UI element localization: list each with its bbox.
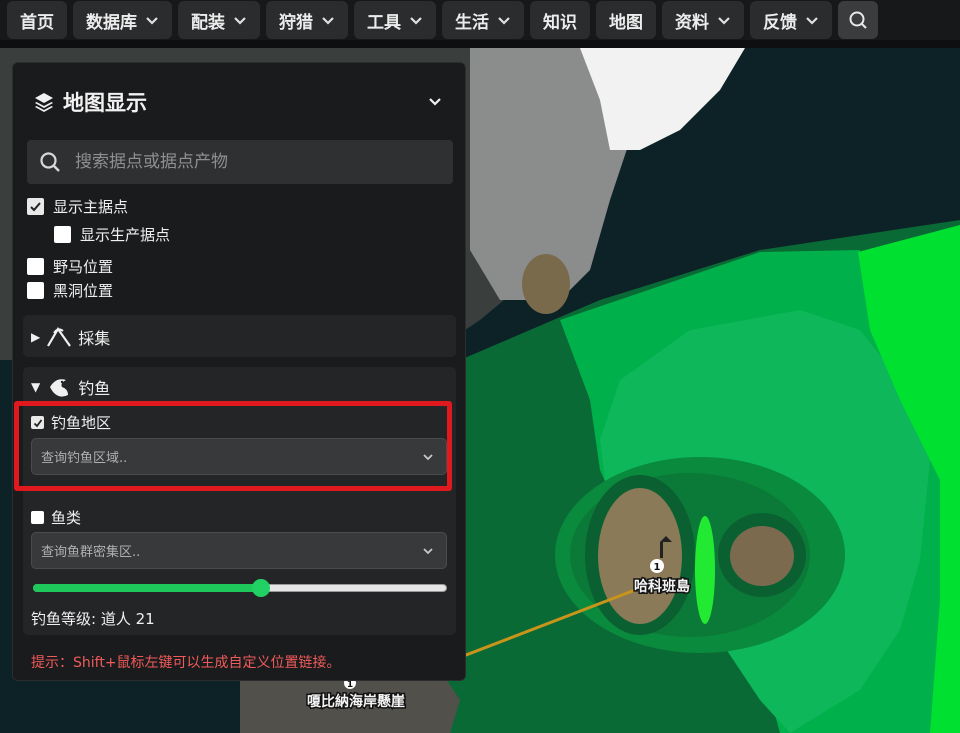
chevron-down-icon [806, 17, 818, 25]
nav-life[interactable]: 生活 [442, 1, 524, 39]
checkbox-main-nodes[interactable]: 显示主据点 [27, 196, 128, 217]
checkbox[interactable] [27, 258, 44, 275]
checkbox-label: 显示生产据点 [80, 226, 171, 244]
select-placeholder: 查询钓鱼区域.. [41, 451, 128, 466]
checkbox-fish-species[interactable]: 鱼类 [31, 507, 81, 528]
select-placeholder: 查询鱼群密集区.. [41, 545, 141, 560]
checkbox-black-hole[interactable]: 黑洞位置 [27, 280, 113, 301]
checkbox-wild-horse[interactable]: 野马位置 [27, 256, 113, 277]
checkbox[interactable] [27, 198, 44, 215]
checkmark-icon [33, 418, 42, 427]
nav-resources[interactable]: 资料 [662, 1, 744, 39]
checkbox-production-nodes[interactable]: 显示生产据点 [54, 224, 170, 245]
panel-title: 地图显示 [63, 91, 147, 115]
nav-database[interactable]: 数据库 [73, 1, 172, 39]
section-fishing-label: 钓鱼 [78, 379, 111, 398]
section-fishing-header[interactable]: ▼ 钓鱼 [31, 375, 110, 399]
nav-tools[interactable]: 工具 [354, 1, 436, 39]
checkbox[interactable] [27, 282, 44, 299]
nav-divider [0, 40, 960, 48]
section-gathering-label: 採集 [78, 329, 111, 348]
checkbox-label: 黑洞位置 [53, 282, 114, 300]
nav-label: 数据库 [86, 12, 137, 33]
nav-label: 资料 [675, 12, 709, 33]
island-label: 哈科班島 [634, 578, 690, 595]
top-nav: 首页 数据库 配装 狩猎 工具 生活 知识 地图 资料 反馈 [0, 0, 960, 40]
checkmark-icon [30, 202, 41, 212]
search-box[interactable] [27, 140, 453, 184]
nav-hunting[interactable]: 狩猎 [266, 1, 348, 39]
chevron-down-icon [146, 17, 158, 25]
checkbox-label: 钓鱼地区 [51, 414, 112, 432]
nav-label: 狩猎 [279, 12, 313, 33]
section-fishing: ▼ 钓鱼 钓鱼地区 查询钓鱼区域.. 鱼类 查询鱼群密集区.. 钓鱼等级: 道人… [23, 367, 456, 635]
chevron-down-icon [423, 548, 433, 555]
chevron-down-icon [234, 17, 246, 25]
chevron-down-icon[interactable] [427, 93, 443, 109]
checkbox[interactable] [54, 226, 71, 243]
caret-down-icon: ▼ [31, 380, 41, 394]
slider-fill [33, 584, 261, 592]
caret-right-icon: ▶ [31, 330, 41, 344]
checkbox-fishing-area[interactable]: 钓鱼地区 [31, 412, 111, 433]
chevron-down-icon [498, 17, 510, 25]
zone-strip [695, 516, 715, 624]
location-marker-number: 1 [347, 680, 353, 690]
fish-hotspot-select[interactable]: 查询鱼群密集区.. [31, 532, 447, 569]
nav-label: 生活 [455, 12, 489, 33]
chevron-down-icon [322, 17, 334, 25]
cliff-label: 嗄比納海岸懸崖 [307, 693, 405, 710]
checkbox[interactable] [31, 511, 44, 524]
checkbox-label: 显示主据点 [53, 198, 129, 216]
fish-icon [50, 379, 69, 397]
checkbox[interactable] [31, 416, 44, 429]
nav-feedback[interactable]: 反馈 [750, 1, 832, 39]
nav-knowledge[interactable]: 知识 [530, 1, 590, 39]
hint-text: 提示：Shift+鼠标左键可以生成自定义位置链接。 [31, 655, 341, 671]
search-input[interactable] [75, 152, 415, 172]
islet-north [522, 254, 570, 314]
nav-map[interactable]: 地图 [596, 1, 656, 39]
search-icon [849, 11, 867, 29]
checkbox-label: 鱼类 [51, 509, 82, 527]
nav-label: 地图 [609, 12, 643, 33]
nav-label: 反馈 [763, 12, 797, 33]
nav-label: 配装 [191, 12, 225, 33]
nav-label: 首页 [20, 12, 54, 33]
nav-home[interactable]: 首页 [7, 1, 67, 39]
nav-search-button[interactable] [838, 1, 878, 39]
nav-build[interactable]: 配装 [178, 1, 260, 39]
island-hakobban [598, 488, 682, 624]
panel-header[interactable]: 地图显示 [33, 87, 453, 117]
nav-label: 工具 [367, 12, 401, 33]
fishing-level-slider[interactable] [33, 579, 447, 597]
search-icon [40, 152, 60, 172]
chevron-down-icon [718, 17, 730, 25]
nav-label: 知识 [543, 12, 577, 33]
location-marker-number: 1 [654, 562, 661, 573]
fishing-level-text: 钓鱼等级: 道人 21 [31, 610, 155, 628]
map-display-panel: 地图显示 显示主据点 显示生产据点 野马位置 黑洞位置 ▶ 採集 ▼ 钓鱼 [12, 62, 466, 681]
checkbox-label: 野马位置 [53, 258, 114, 276]
section-gathering[interactable]: ▶ 採集 [23, 315, 456, 357]
island-east [730, 526, 794, 586]
pickaxe-icon [47, 326, 72, 347]
section-gathering-header[interactable]: ▶ 採集 [31, 325, 110, 349]
slider-thumb[interactable] [251, 579, 270, 597]
fishing-area-select[interactable]: 查询钓鱼区域.. [31, 438, 447, 475]
chevron-down-icon [423, 454, 433, 461]
layers-icon [35, 93, 53, 112]
chevron-down-icon [410, 17, 422, 25]
